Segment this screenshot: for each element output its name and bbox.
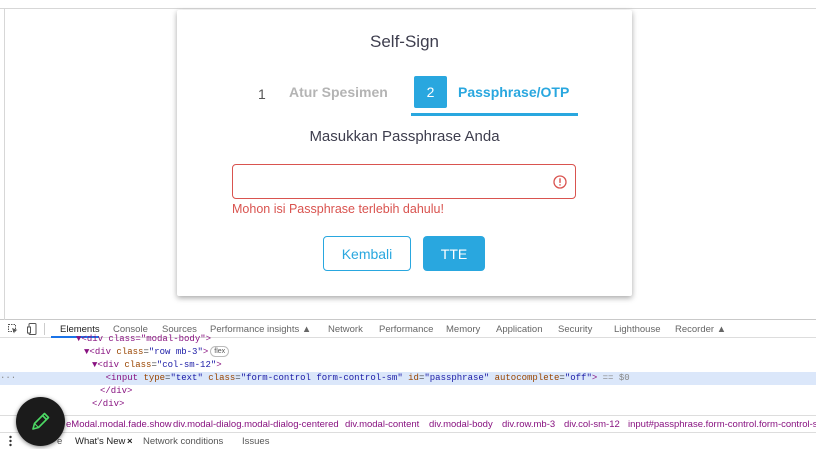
dom-node-text: div class="modal-body" bbox=[86, 334, 206, 344]
drawer-tab-issues[interactable]: Issues bbox=[242, 436, 269, 447]
modal-title: Self-Sign bbox=[370, 32, 439, 51]
breadcrumb-item[interactable]: div.modal-dialog.modal-dialog-centered bbox=[173, 419, 339, 430]
breadcrumb-item-selected[interactable]: input#passphrase.form-control.form-contr… bbox=[628, 419, 816, 430]
page-viewport: Self-Sign 1 Atur Spesimen 2 Passphrase/O… bbox=[0, 0, 816, 320]
dom-attr: class bbox=[116, 347, 144, 357]
dom-node-row[interactable]: ▼<div class="row mb-3"> flex bbox=[0, 346, 816, 359]
dom-attr: class bbox=[124, 360, 152, 370]
dom-attr-value: col-sm-12 bbox=[162, 360, 211, 370]
dom-close-tag: </div> bbox=[92, 399, 125, 409]
self-sign-modal: Self-Sign 1 Atur Spesimen 2 Passphrase/O… bbox=[177, 10, 632, 296]
viewport-left-border bbox=[4, 8, 5, 320]
tte-submit-button[interactable]: TTE bbox=[423, 236, 485, 271]
dom-breadcrumb: eModal.modal.fade.show div.modal-dialog.… bbox=[0, 415, 816, 431]
step-1-label[interactable]: Atur Spesimen bbox=[289, 84, 388, 100]
passphrase-error-message: Mohon isi Passphrase terlebih dahulu! bbox=[232, 202, 444, 216]
dom-node-col[interactable]: ▼<div class="col-sm-12"> bbox=[0, 359, 816, 372]
devtools-panel: Elements Console Sources Performance ins… bbox=[0, 320, 816, 449]
breadcrumb-item[interactable]: div.modal-body bbox=[429, 419, 493, 430]
dom-attr-value: text bbox=[175, 373, 198, 383]
passphrase-input[interactable] bbox=[232, 164, 576, 199]
dom-close-tag: </div> bbox=[100, 386, 133, 396]
dom-node-modal-body[interactable]: ▼<div class="modal-body"> bbox=[0, 333, 816, 346]
dom-selected-marker: == $0 bbox=[602, 373, 630, 383]
screen: Self-Sign 1 Atur Spesimen 2 Passphrase/O… bbox=[0, 0, 816, 449]
dom-attr-value: form-control form-control-sm bbox=[246, 373, 398, 383]
viewport-top-border bbox=[0, 8, 816, 9]
drawer-tab-network-conditions[interactable]: Network conditions bbox=[143, 436, 223, 447]
dom-close-col[interactable]: </div> bbox=[0, 385, 816, 398]
dom-tag: div bbox=[94, 347, 112, 357]
breadcrumb-item[interactable]: div.modal-content bbox=[345, 419, 419, 430]
back-button[interactable]: Kembali bbox=[323, 236, 411, 271]
dom-close-row[interactable]: </div> bbox=[0, 398, 816, 411]
dom-attr-value: off bbox=[570, 373, 587, 383]
step-2-badge[interactable]: 2 bbox=[414, 76, 447, 108]
devtools-drawer-tabs: e What's New × Network conditions Issues bbox=[0, 432, 816, 449]
annotate-fab-button[interactable] bbox=[16, 397, 65, 446]
dom-node-input-selected[interactable]: ··· <input type="text" class="form-contr… bbox=[0, 372, 816, 385]
step-1-number: 1 bbox=[258, 86, 266, 102]
dom-tag: input bbox=[111, 373, 139, 383]
dom-tag: div bbox=[102, 360, 120, 370]
exclamation-circle-icon bbox=[553, 175, 567, 189]
breadcrumb-item[interactable]: eModal.modal.fade.show bbox=[66, 419, 172, 430]
flex-badge[interactable]: flex bbox=[210, 346, 230, 357]
close-icon[interactable]: × bbox=[127, 436, 133, 447]
breadcrumb-item[interactable]: div.col-sm-12 bbox=[564, 419, 620, 430]
kebab-menu-icon[interactable] bbox=[9, 435, 12, 447]
passphrase-prompt: Masukkan Passphrase Anda bbox=[309, 128, 500, 145]
pencil-icon bbox=[32, 412, 50, 430]
dom-attr-value: passphrase bbox=[429, 373, 484, 383]
step-2-label[interactable]: Passphrase/OTP bbox=[458, 84, 569, 100]
active-step-underline bbox=[411, 113, 578, 116]
dom-tree: ▼<div class="modal-body"> ▼<div class="r… bbox=[0, 334, 816, 414]
breadcrumb-item[interactable]: div.row.mb-3 bbox=[502, 419, 555, 430]
drawer-tab-whats-new[interactable]: What's New bbox=[75, 436, 125, 447]
dom-attr-value: row mb-3 bbox=[154, 347, 198, 357]
